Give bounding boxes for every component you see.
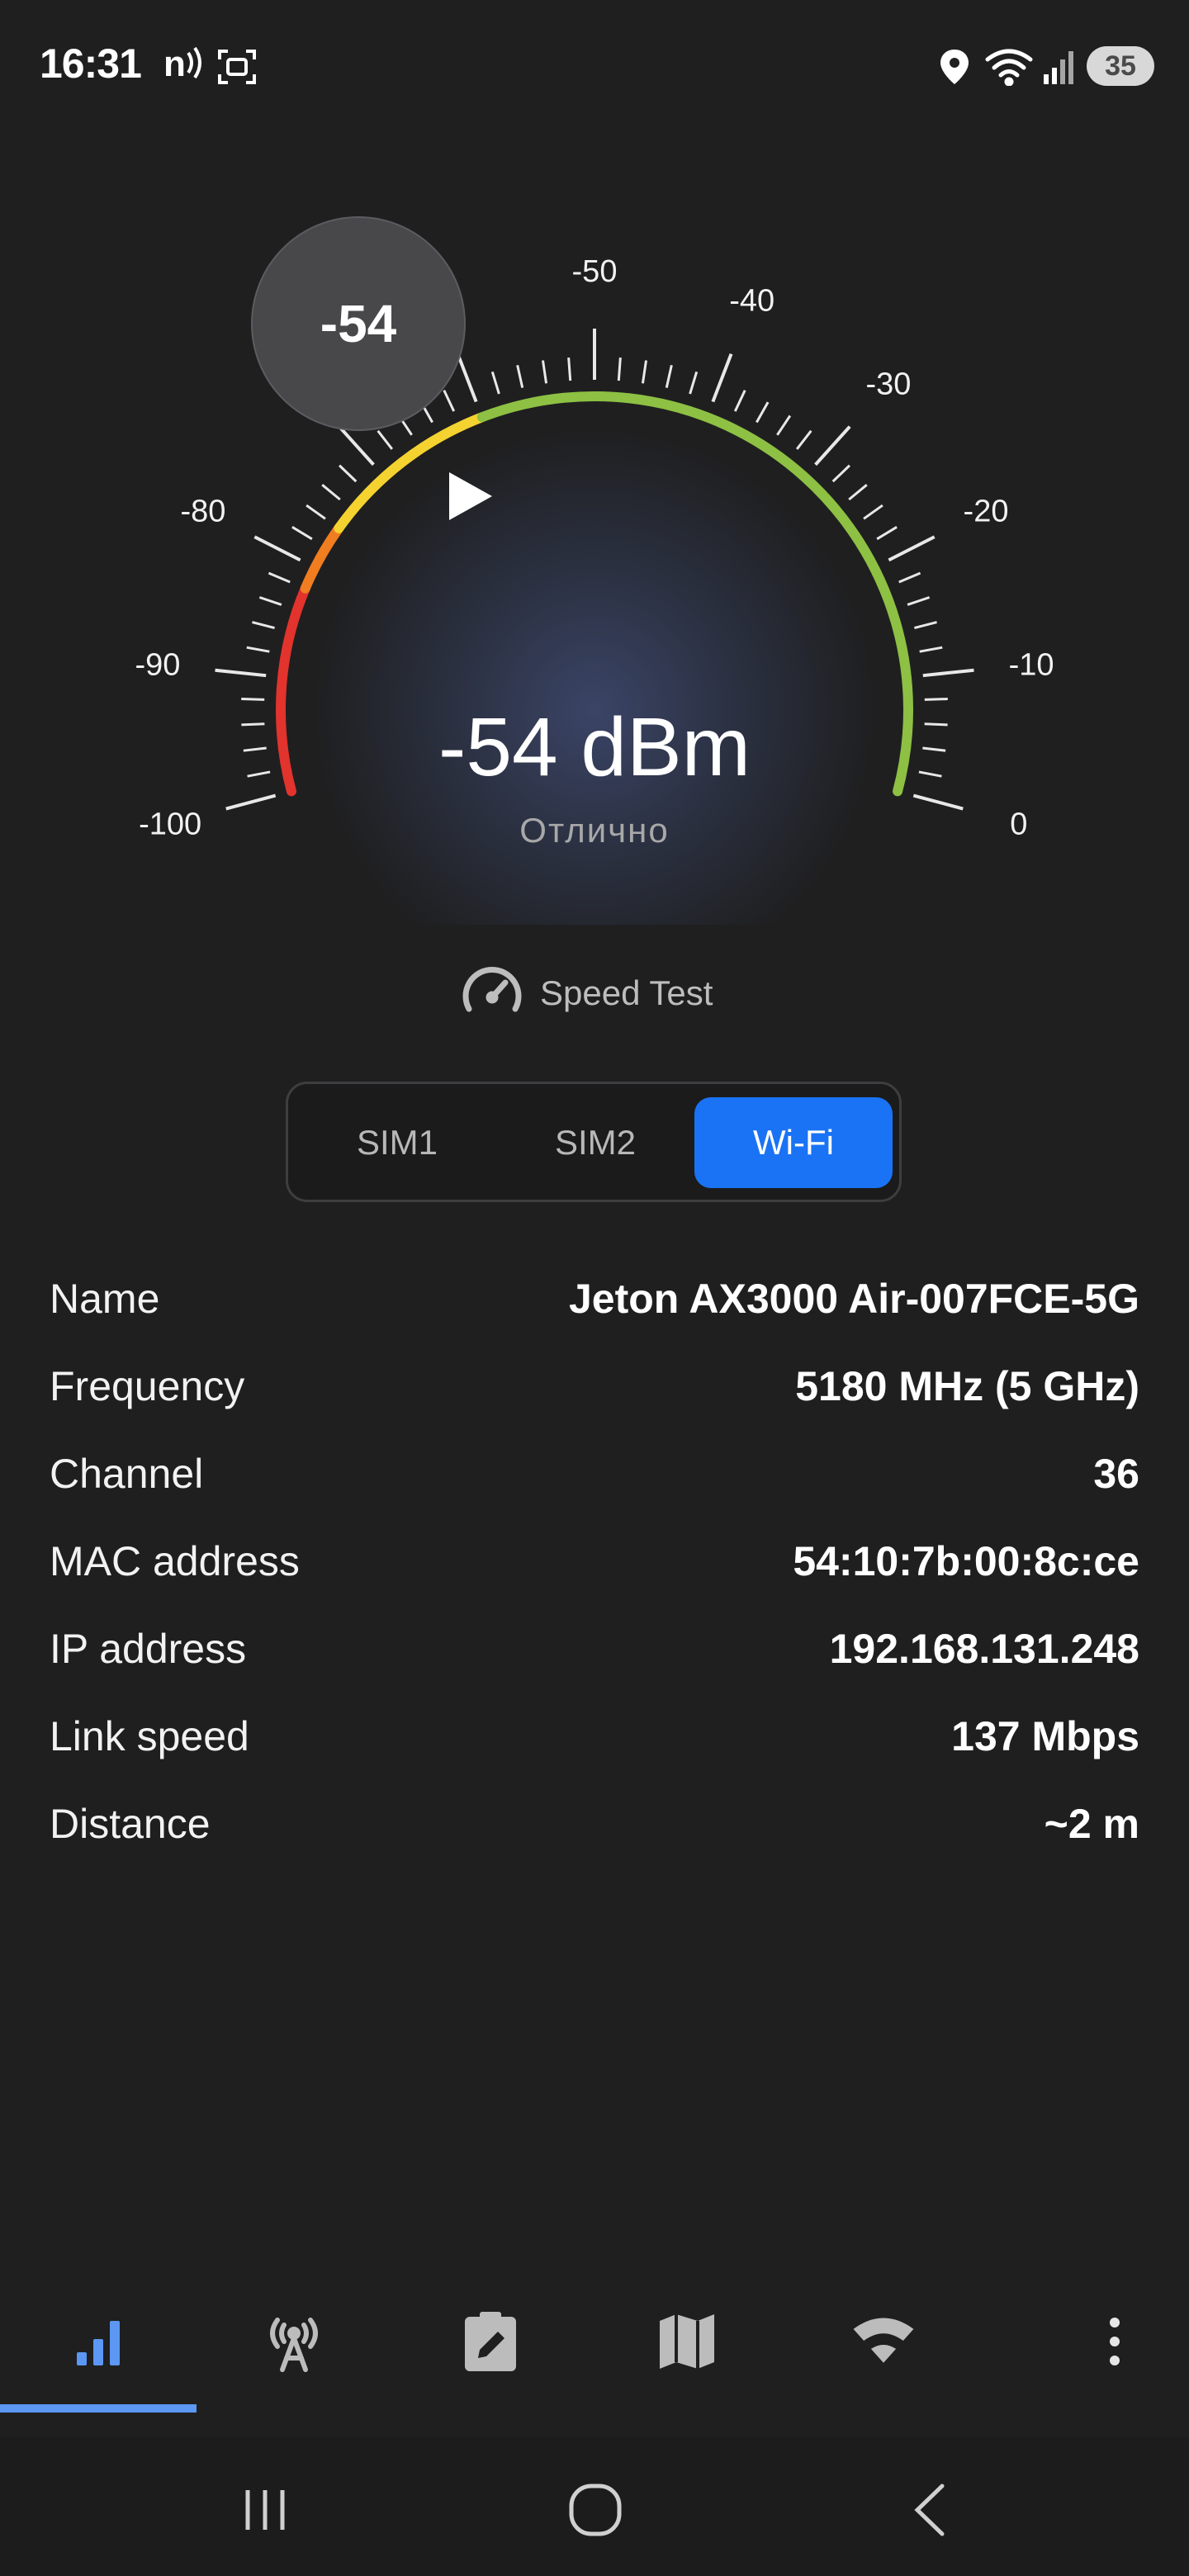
gauge-minor-tick: [268, 571, 291, 584]
info-row-channel: Channel 36: [50, 1450, 1139, 1498]
gauge-tick-label: -20: [964, 494, 1009, 528]
gauge-minor-tick: [306, 504, 326, 520]
signal-quality: Отлично: [519, 811, 670, 850]
value-bubble: -54: [251, 216, 466, 431]
tab-wifi[interactable]: Wi-Fi: [694, 1097, 893, 1188]
info-row-name: Name Jeton AX3000 Air-007FCE-5G: [50, 1275, 1139, 1323]
signal-bars-icon[interactable]: [66, 2308, 132, 2375]
info-value: 137 Mbps: [951, 1713, 1139, 1759]
home-icon[interactable]: [558, 2477, 632, 2543]
gauge-minor-tick: [291, 526, 313, 541]
gauge-tick-label: -90: [135, 647, 180, 682]
gauge-major-tick: [888, 535, 936, 562]
tab-sim1[interactable]: SIM1: [298, 1097, 496, 1188]
gauge-minor-tick: [689, 371, 699, 395]
gauge-minor-tick: [516, 364, 524, 388]
info-value: 36: [1093, 1451, 1139, 1497]
gauge-minor-tick: [567, 358, 572, 381]
play-icon[interactable]: [443, 467, 500, 525]
gauge-minor-tick: [907, 596, 931, 606]
gauge-minor-tick: [795, 429, 812, 450]
info-row-distance: Distance ~2 m: [50, 1800, 1139, 1848]
back-icon[interactable]: [893, 2477, 968, 2543]
info-row-frequency: Frequency 5180 MHz (5 GHz): [50, 1362, 1139, 1410]
info-key: Distance: [50, 1801, 211, 1847]
gauge-tick-label: -10: [1009, 647, 1054, 682]
info-key: IP address: [50, 1626, 247, 1672]
info-key: Frequency: [50, 1363, 245, 1409]
gauge-minor-tick: [252, 621, 275, 629]
speedometer-icon: [459, 964, 525, 1021]
gauge-minor-tick: [377, 429, 394, 450]
gauge-minor-tick: [863, 504, 883, 520]
gauge-minor-tick: [617, 358, 622, 381]
gauge-minor-tick: [831, 464, 850, 483]
gauge-tick-label: -80: [181, 494, 226, 528]
gauge-minor-tick: [848, 484, 868, 501]
gauge-minor-tick: [490, 371, 500, 395]
active-tab-indicator: [0, 2404, 197, 2413]
gauge-minor-tick: [776, 414, 792, 436]
gauge-major-tick: [338, 425, 375, 466]
info-value: Jeton AX3000 Air-007FCE-5G: [569, 1276, 1139, 1322]
gauge-minor-tick: [258, 596, 282, 606]
gauge-minor-tick: [641, 360, 648, 384]
info-row-link-speed: Link speed 137 Mbps: [50, 1712, 1139, 1760]
info-row-ip: IP address 192.168.131.248: [50, 1625, 1139, 1673]
recent-apps-icon[interactable]: [228, 2477, 302, 2543]
gauge-major-tick: [225, 793, 277, 811]
info-key: Channel: [50, 1451, 204, 1497]
gauge-tick-label: -40: [729, 283, 775, 318]
tab-sim2[interactable]: SIM2: [496, 1097, 694, 1188]
gauge-major-tick: [814, 425, 851, 466]
gauge-minor-tick: [733, 390, 746, 412]
gauge-minor-tick: [246, 646, 270, 653]
gauge-major-tick: [253, 535, 301, 562]
map-icon[interactable]: [654, 2308, 720, 2375]
gauge-minor-tick: [665, 364, 673, 388]
gauge-minor-tick: [339, 464, 358, 483]
info-value: 54:10:7b:00:8c:ce: [793, 1538, 1139, 1584]
gauge-major-tick: [215, 668, 267, 678]
gauge-minor-tick: [321, 484, 341, 501]
gauge-minor-tick: [443, 390, 456, 412]
speed-test-button[interactable]: Speed Test: [459, 964, 713, 1021]
info-row-mac: MAC address 54:10:7b:00:8c:ce: [50, 1537, 1139, 1585]
gauge-major-tick: [456, 353, 478, 403]
gauge-minor-tick: [756, 401, 770, 424]
wifi-icon[interactable]: [850, 2308, 917, 2375]
connection-selector: SIM1 SIM2 Wi-Fi: [286, 1082, 902, 1202]
speed-test-label: Speed Test: [540, 973, 713, 1012]
gauge-minor-tick: [541, 360, 548, 384]
info-key: Name: [50, 1276, 160, 1322]
info-value: 5180 MHz (5 GHz): [795, 1363, 1139, 1409]
gauge-major-tick: [922, 668, 974, 678]
gauge-major-tick: [912, 793, 964, 811]
gauge-minor-tick: [898, 571, 921, 584]
antenna-tower-icon[interactable]: [261, 2308, 327, 2375]
signal-reading: -54 dBm: [438, 701, 751, 793]
more-vert-icon[interactable]: [1082, 2308, 1148, 2375]
gauge-minor-tick: [914, 621, 937, 629]
gauge-tick-label: -30: [866, 367, 912, 402]
gauge-minor-tick: [919, 646, 943, 653]
info-key: MAC address: [50, 1538, 300, 1584]
info-value: 192.168.131.248: [829, 1626, 1139, 1672]
info-value: ~2 m: [1044, 1801, 1139, 1847]
gauge-tick-label: -50: [572, 254, 618, 289]
info-key: Link speed: [50, 1713, 249, 1759]
gauge-minor-tick: [876, 526, 898, 541]
gauge-major-tick: [711, 353, 733, 403]
clipboard-edit-icon[interactable]: [457, 2308, 523, 2375]
